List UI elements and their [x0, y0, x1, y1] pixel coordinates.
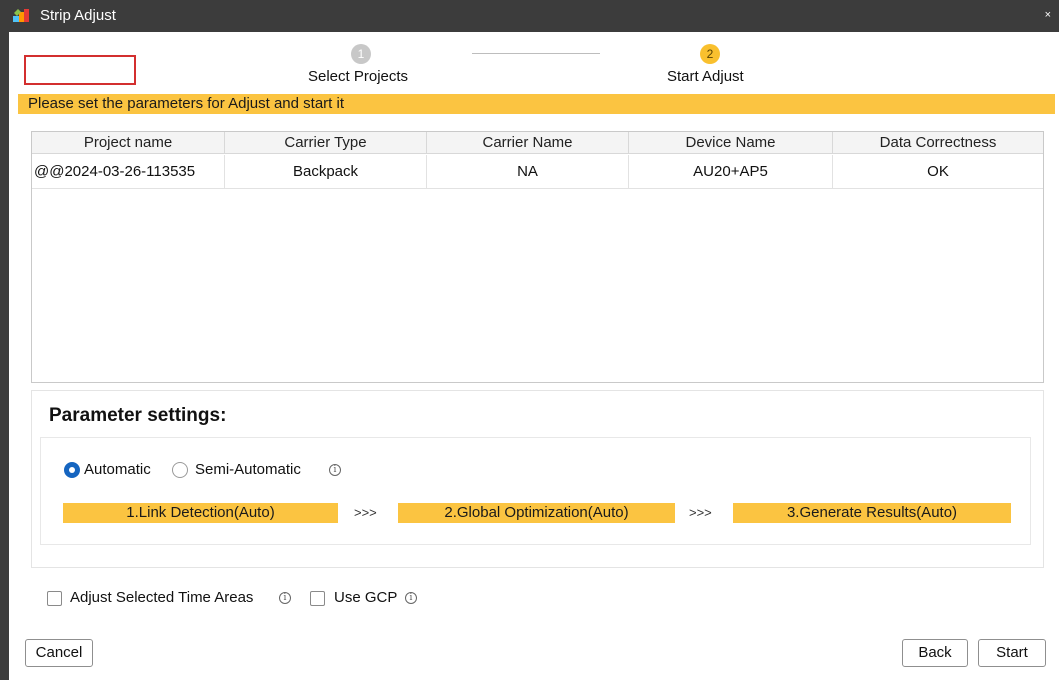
flow-step-link-detection: 1.Link Detection(Auto) [63, 503, 338, 523]
projects-table[interactable]: Project name Carrier Type Carrier Name D… [31, 131, 1044, 383]
info-circle-icon[interactable]: i [329, 464, 341, 476]
step-connector-line [472, 53, 600, 54]
back-button[interactable]: Back [902, 639, 968, 667]
adjust-selected-time-areas-checkbox[interactable] [47, 591, 62, 606]
column-header-carrier-name[interactable]: Carrier Name [427, 132, 629, 154]
table-row[interactable]: @@2024-03-26-113535 Backpack NA AU20+AP5… [32, 155, 1043, 189]
cell-project-name: @@2024-03-26-113535 [32, 155, 225, 189]
step-1-circle: 1 [351, 44, 371, 64]
automatic-radio-label[interactable]: Automatic [84, 461, 151, 478]
start-button[interactable]: Start [978, 639, 1046, 667]
flow-arrow-1: >>> [354, 505, 377, 520]
title-bar: Strip Adjust × [0, 0, 1059, 32]
flow-step-generate-results: 3.Generate Results(Auto) [733, 503, 1011, 523]
cell-data-correctness: OK [927, 163, 949, 180]
parameter-mode-group: Automatic Semi-Automatic i 1.Link Detect… [40, 437, 1031, 545]
adjust-selected-time-areas-label[interactable]: Adjust Selected Time Areas [70, 589, 253, 606]
cell-device-name: AU20+AP5 [629, 155, 833, 189]
semi-automatic-radio-label[interactable]: Semi-Automatic [195, 461, 301, 478]
parameter-settings-title: Parameter settings: [49, 405, 227, 426]
step-2-label: Start Adjust [667, 68, 744, 85]
wizard-stepper: 1 2 Select Projects Start Adjust [0, 32, 1059, 92]
app-icon [13, 9, 29, 22]
flow-arrow-2: >>> [689, 505, 712, 520]
info-circle-icon[interactable]: i [279, 592, 291, 604]
table-header: Project name Carrier Type Carrier Name D… [32, 132, 1043, 154]
column-header-data-correctness[interactable]: Data Correctness [833, 132, 1043, 154]
automatic-radio[interactable] [64, 462, 80, 478]
use-gcp-checkbox[interactable] [310, 591, 325, 606]
window-title: Strip Adjust [40, 7, 116, 24]
cell-carrier-name: NA [427, 155, 629, 189]
column-header-project-name[interactable]: Project name [32, 132, 225, 154]
close-icon[interactable]: × [1045, 9, 1051, 21]
column-header-device-name[interactable]: Device Name [629, 132, 833, 154]
info-circle-icon[interactable]: i [405, 592, 417, 604]
flow-step-global-optimization: 2.Global Optimization(Auto) [398, 503, 675, 523]
column-header-carrier-type[interactable]: Carrier Type [225, 132, 427, 154]
strip-adjust-window: Strip Adjust × 1 2 Select Projects Start… [0, 0, 1059, 680]
step-2-circle: 2 [700, 44, 720, 64]
instruction-banner: Please set the parameters for Adjust and… [18, 94, 1055, 114]
cancel-button[interactable]: Cancel [25, 639, 93, 667]
automatic-highlight-box [24, 55, 136, 85]
use-gcp-label[interactable]: Use GCP [334, 589, 397, 606]
semi-automatic-radio[interactable] [172, 462, 188, 478]
window-left-border [0, 32, 9, 680]
parameter-settings-panel: Parameter settings: Automatic Semi-Autom… [31, 390, 1044, 568]
cell-carrier-type: Backpack [225, 155, 427, 189]
step-1-label: Select Projects [308, 68, 409, 85]
